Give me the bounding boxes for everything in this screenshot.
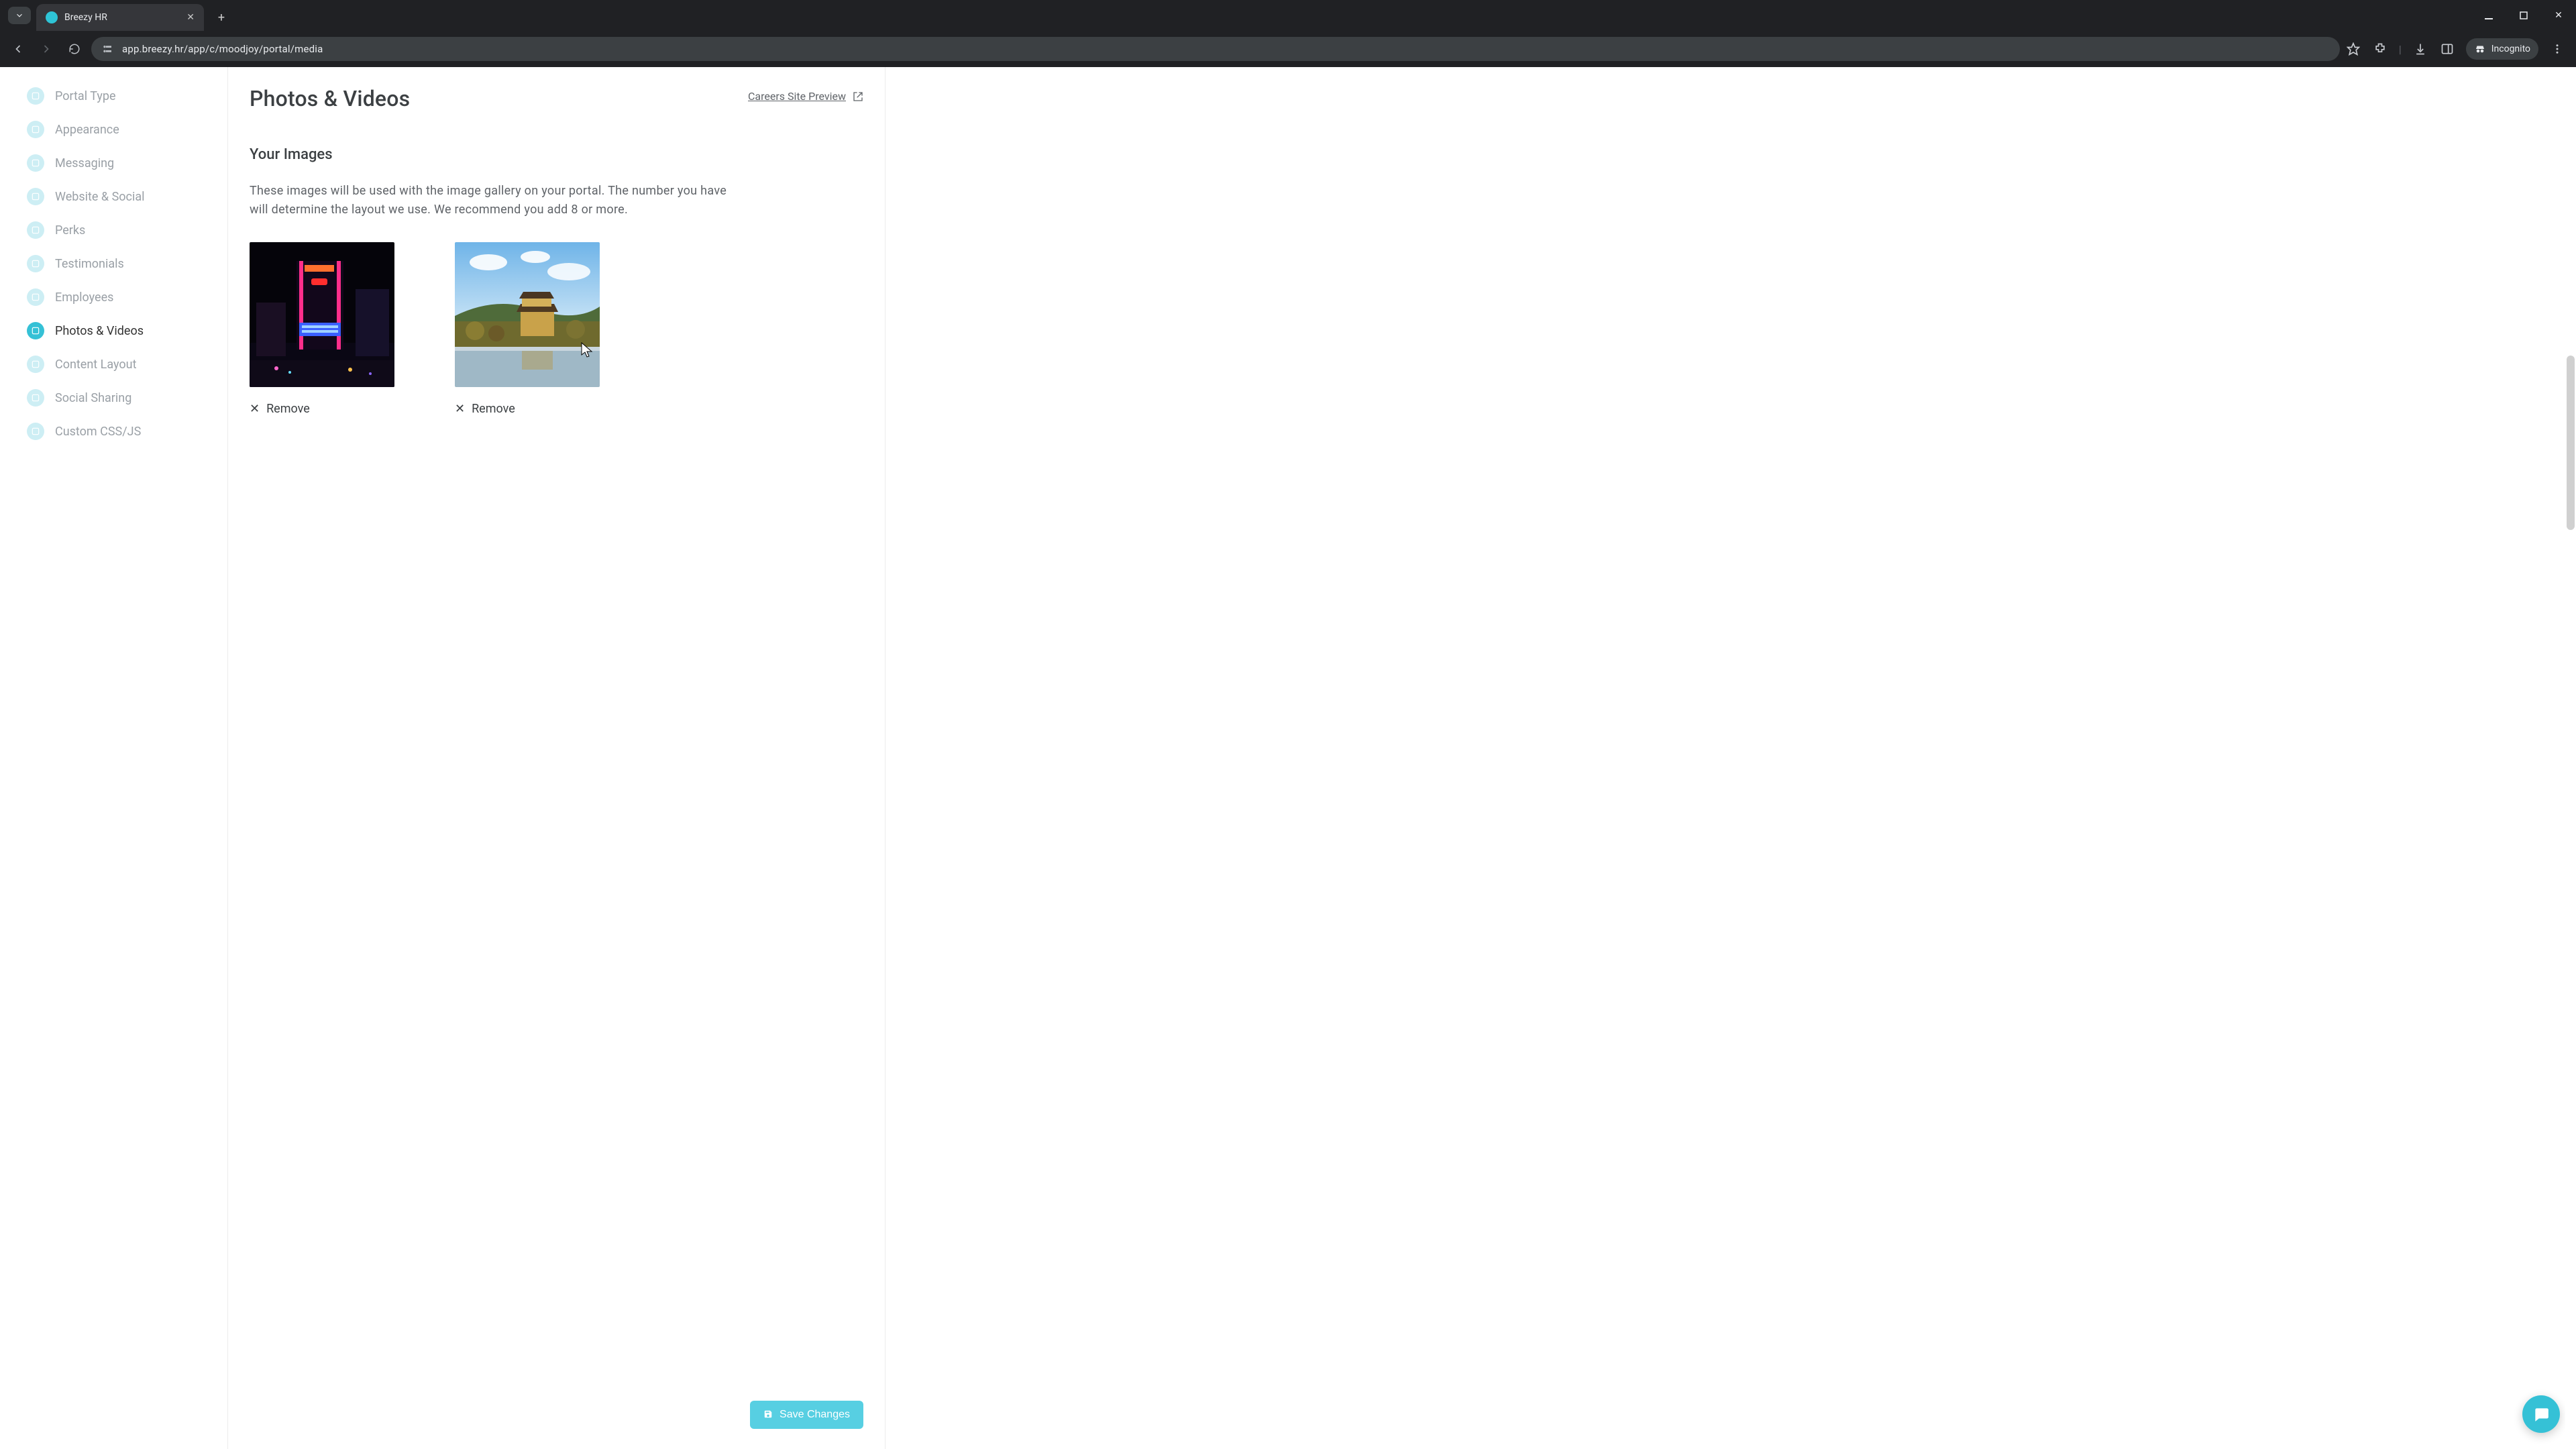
layout-icon — [27, 87, 44, 105]
incognito-indicator[interactable]: Incognito — [2466, 38, 2538, 60]
tabs-dropdown[interactable] — [8, 7, 31, 24]
sidebar-item-perks[interactable]: Perks — [0, 213, 227, 247]
scrollbar-track[interactable] — [2565, 67, 2576, 1449]
photos-videos-panel: Photos & Videos Careers Site Preview You… — [228, 67, 885, 1449]
sidebar-item-photos-videos[interactable]: Photos & Videos — [0, 314, 227, 347]
sidebar-item-label: Perks — [55, 223, 85, 237]
sidebar-item-label: Appearance — [55, 123, 119, 137]
share-icon — [27, 188, 44, 205]
image-icon — [27, 322, 44, 339]
remove-label: Remove — [472, 402, 515, 416]
bookmark-star-icon[interactable] — [2345, 41, 2361, 57]
sidebar-item-label: Website & Social — [55, 190, 145, 204]
new-tab-button[interactable]: + — [212, 8, 231, 27]
sidebar-item-appearance[interactable]: Appearance — [0, 113, 227, 146]
save-changes-button[interactable]: Save Changes — [750, 1401, 863, 1429]
extensions-icon[interactable] — [2372, 41, 2388, 57]
sidebar-item-label: Photos & Videos — [55, 324, 144, 338]
sidebar-item-portal-type[interactable]: Portal Type — [0, 79, 227, 113]
window-maximize[interactable] — [2506, 0, 2541, 31]
code-icon — [27, 423, 44, 440]
portal-settings-sidebar: Portal Type Appearance Messaging Website & … — [0, 67, 228, 1449]
sidebar-item-label: Messaging — [55, 156, 114, 170]
tab-title: Breezy HR — [64, 12, 180, 23]
nav-back[interactable] — [7, 38, 30, 60]
sidebar-item-label: Content Layout — [55, 358, 136, 372]
window-minimize[interactable] — [2471, 0, 2506, 31]
nav-forward[interactable] — [35, 38, 58, 60]
image-thumbnail[interactable] — [250, 242, 394, 387]
close-icon: ✕ — [250, 402, 260, 416]
sidebar-item-employees[interactable]: Employees — [0, 280, 227, 314]
save-icon — [763, 1409, 773, 1421]
remove-image-button[interactable]: ✕ Remove — [455, 402, 600, 416]
message-icon — [27, 154, 44, 172]
remove-label: Remove — [266, 402, 310, 416]
image-card: ✕ Remove — [250, 242, 394, 416]
sidebar-item-custom-css-js[interactable]: Custom CSS/JS — [0, 415, 227, 448]
sidebar-item-messaging[interactable]: Messaging — [0, 146, 227, 180]
brush-icon — [27, 121, 44, 138]
scrollbar-thumb[interactable] — [2567, 356, 2575, 530]
sidebar-item-testimonials[interactable]: Testimonials — [0, 247, 227, 280]
close-icon: ✕ — [455, 402, 465, 416]
image-gallery: ✕ Remove — [250, 242, 863, 416]
site-info-icon[interactable] — [101, 42, 114, 56]
sidebar-item-label: Social Sharing — [55, 391, 131, 405]
separator: | — [2399, 43, 2402, 56]
quote-icon — [27, 255, 44, 272]
sidebar-item-label: Employees — [55, 290, 113, 305]
careers-site-preview-link[interactable]: Careers Site Preview — [748, 90, 863, 103]
sidebar-item-social-sharing[interactable]: Social Sharing — [0, 381, 227, 415]
incognito-label: Incognito — [2491, 44, 2530, 54]
save-button-label: Save Changes — [780, 1409, 850, 1421]
window-close[interactable]: ✕ — [2541, 0, 2576, 31]
side-panel-icon[interactable] — [2439, 41, 2455, 57]
sidebar-item-label: Portal Type — [55, 89, 116, 103]
address-bar[interactable]: app.breezy.hr/app/c/moodjoy/portal/media — [91, 37, 2340, 61]
nav-reload[interactable] — [63, 38, 86, 60]
address-url: app.breezy.hr/app/c/moodjoy/portal/media — [122, 43, 323, 55]
sidebar-item-label: Testimonials — [55, 257, 124, 271]
people-icon — [27, 288, 44, 306]
sidebar-item-website-social[interactable]: Website & Social — [0, 180, 227, 213]
image-thumbnail[interactable] — [455, 242, 600, 387]
your-images-desc: These images will be used with the image… — [250, 182, 733, 219]
sidebar-item-content-layout[interactable]: Content Layout — [0, 347, 227, 381]
browser-tab[interactable]: Breezy HR ✕ — [36, 4, 204, 31]
share2-icon — [27, 389, 44, 407]
breezy-favicon — [46, 11, 58, 23]
your-images-heading: Your Images — [250, 146, 863, 163]
help-chat-button[interactable] — [2522, 1395, 2560, 1433]
image-card: ✕ Remove — [455, 242, 600, 416]
close-tab-icon[interactable]: ✕ — [186, 12, 195, 23]
preview-link-label: Careers Site Preview — [748, 90, 846, 103]
sidebar-item-label: Custom CSS/JS — [55, 425, 141, 439]
remove-image-button[interactable]: ✕ Remove — [250, 402, 394, 416]
download-icon[interactable] — [2412, 41, 2428, 57]
chat-icon — [2532, 1405, 2550, 1423]
perk-icon — [27, 221, 44, 239]
external-link-icon — [853, 91, 863, 102]
browser-menu-icon[interactable] — [2549, 41, 2565, 57]
grid-icon — [27, 356, 44, 373]
